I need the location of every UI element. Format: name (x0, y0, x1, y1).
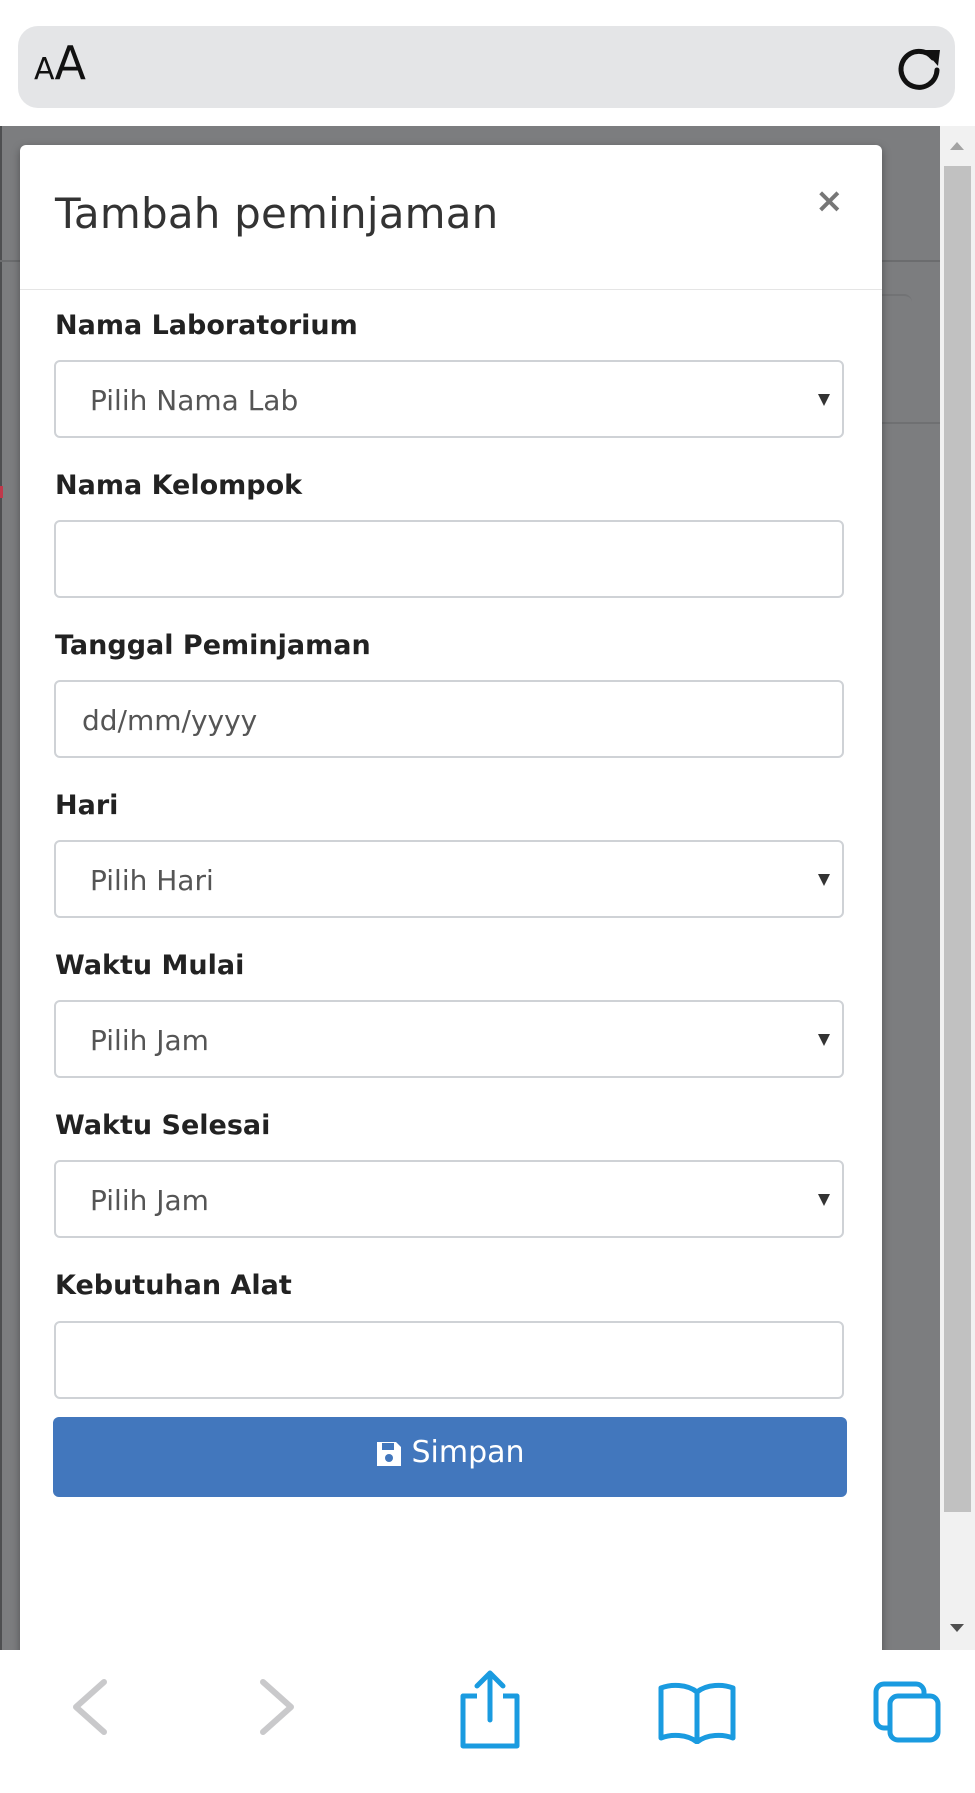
end-time-select[interactable]: Pilih Jam (54, 1160, 844, 1238)
save-button[interactable]: Simpan (53, 1417, 847, 1497)
equipment-needs-label: Kebutuhan Alat (55, 1270, 292, 1301)
end-time-label: Waktu Selesai (55, 1110, 271, 1141)
lab-name-label: Nama Laboratorium (55, 310, 358, 341)
save-label: Simpan (411, 1435, 525, 1470)
chevron-down-icon (818, 1194, 830, 1206)
page-scrollbar[interactable] (940, 126, 975, 1650)
lab-name-select[interactable]: Pilih Nama Lab (54, 360, 844, 438)
start-time-select[interactable]: Pilih Jam (54, 1000, 844, 1078)
browser-top-bar: AA (0, 0, 975, 126)
tabs-icon[interactable] (872, 1680, 944, 1746)
page-viewport: Tambah peminjaman × Nama Laboratorium Pi… (0, 126, 975, 1650)
share-icon[interactable] (455, 1668, 525, 1750)
add-loan-modal: Tambah peminjaman × Nama Laboratorium Pi… (20, 145, 882, 1650)
bookmarks-icon[interactable] (657, 1680, 737, 1744)
group-name-label: Nama Kelompok (55, 470, 303, 501)
address-bar[interactable]: AA (18, 26, 955, 108)
reload-icon[interactable] (891, 40, 947, 96)
loan-date-label: Tanggal Peminjaman (55, 630, 371, 661)
floppy-disk-icon (377, 1442, 402, 1466)
day-select[interactable]: Pilih Hari (54, 840, 844, 918)
group-name-input[interactable] (54, 520, 844, 598)
modal-title: Tambah peminjaman (55, 189, 499, 238)
scrollbar-thumb[interactable] (944, 166, 971, 1512)
text-size-button[interactable]: AA (34, 40, 86, 86)
chevron-down-icon (818, 394, 830, 406)
forward-icon[interactable] (253, 1672, 303, 1742)
chevron-down-icon (818, 1034, 830, 1046)
chevron-down-icon (818, 874, 830, 886)
back-icon[interactable] (64, 1672, 114, 1742)
day-label: Hari (55, 790, 119, 821)
modal-header: Tambah peminjaman × (20, 145, 882, 290)
loan-date-input[interactable]: dd/mm/yyyy (54, 680, 844, 758)
scroll-up-arrow-icon[interactable] (950, 142, 964, 150)
browser-bottom-toolbar (0, 1650, 975, 1793)
equipment-needs-input[interactable] (54, 1321, 844, 1399)
close-button[interactable]: × (815, 181, 844, 221)
start-time-label: Waktu Mulai (55, 950, 245, 981)
scroll-down-arrow-icon[interactable] (950, 1624, 964, 1632)
